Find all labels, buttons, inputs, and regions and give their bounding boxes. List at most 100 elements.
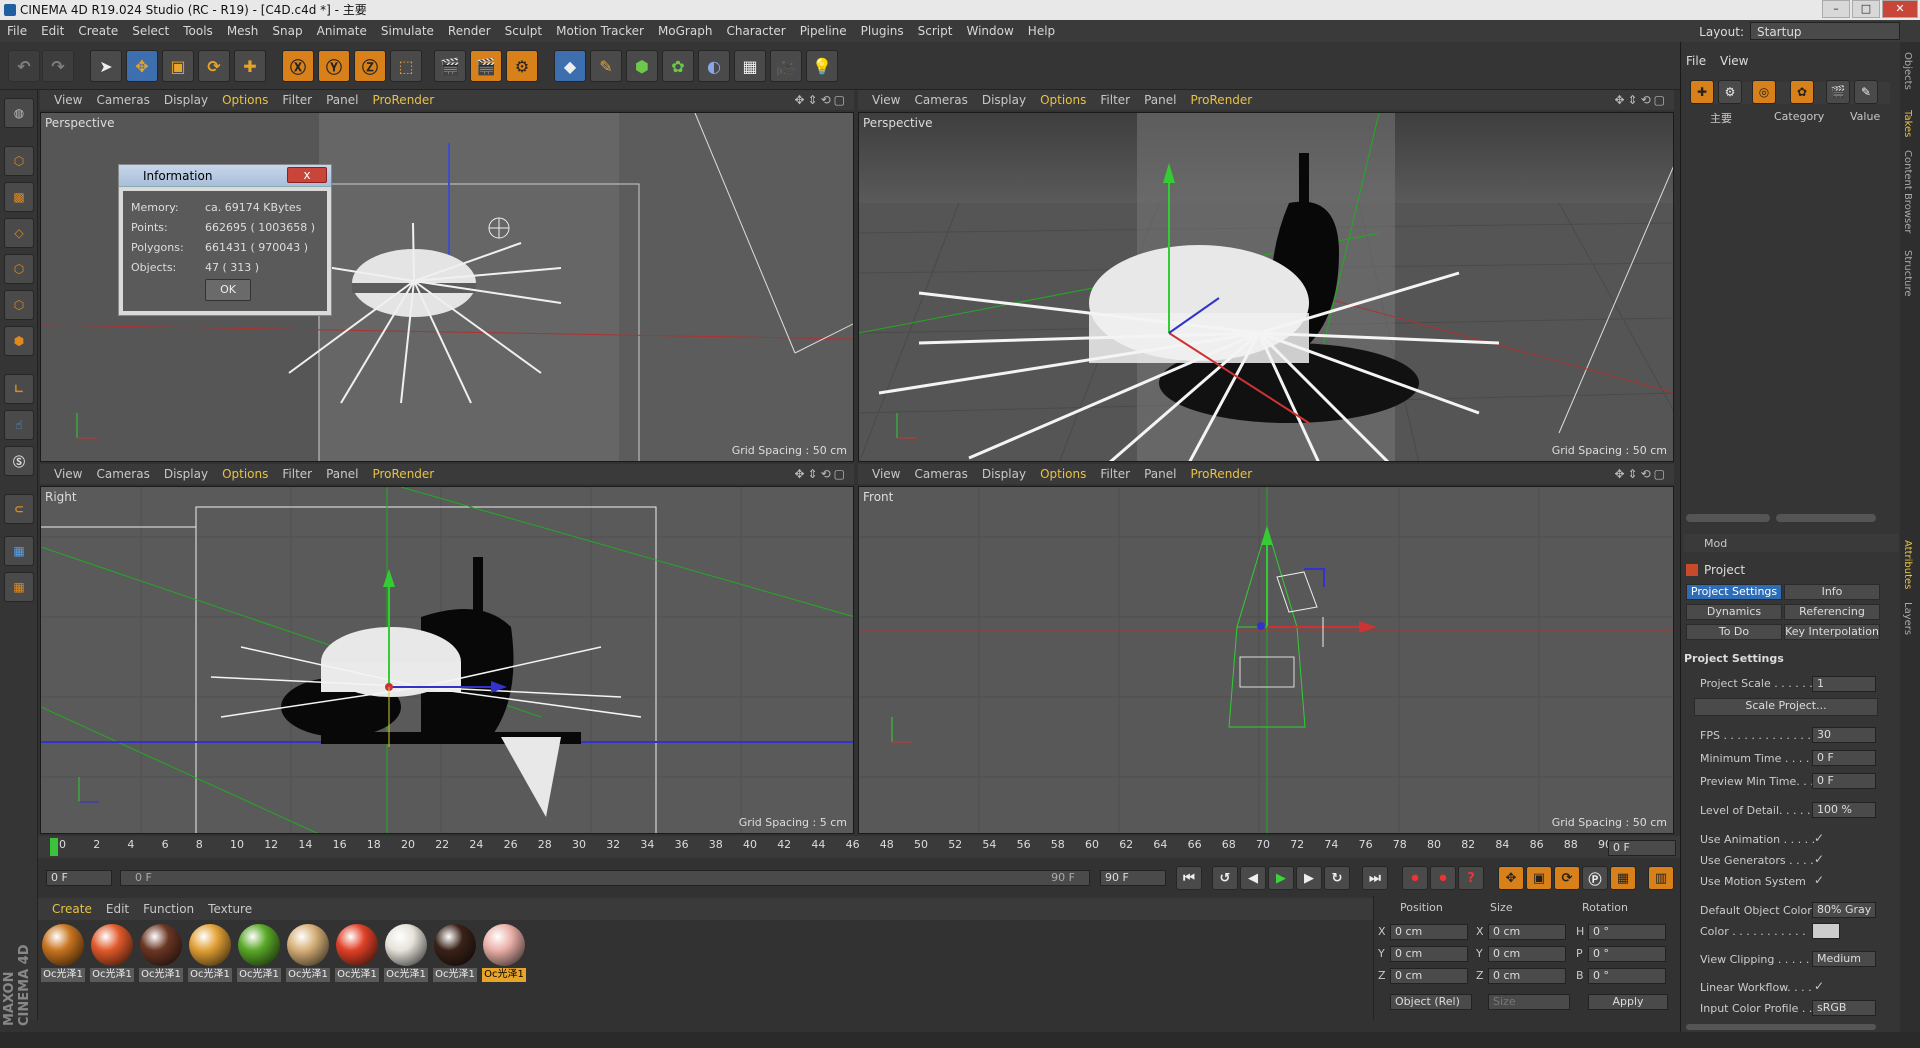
key-scale-icon[interactable]: ▣: [1526, 866, 1552, 890]
menu-simulate[interactable]: Simulate: [374, 20, 441, 42]
menu-snap[interactable]: Snap: [265, 20, 309, 42]
object-icon-1[interactable]: ✚: [1690, 80, 1714, 104]
timeline-layout-icon[interactable]: ▥: [1648, 866, 1674, 890]
tab-info[interactable]: Info: [1784, 584, 1880, 600]
vp2-display[interactable]: Display: [982, 93, 1026, 107]
tab-dynamics[interactable]: Dynamics: [1686, 604, 1782, 620]
goto-start-icon[interactable]: ⏮: [1176, 866, 1202, 890]
check-use-motion-system[interactable]: ✓: [1814, 873, 1824, 887]
menu-sculpt[interactable]: Sculpt: [498, 20, 549, 42]
vp1-prorender[interactable]: ProRender: [372, 93, 434, 107]
model-mode-icon[interactable]: ⬡: [4, 146, 34, 176]
next-key-icon[interactable]: ↻: [1324, 866, 1350, 890]
val-fps[interactable]: 30: [1812, 727, 1876, 743]
vp2-cameras[interactable]: Cameras: [914, 93, 967, 107]
vp1-cameras[interactable]: Cameras: [96, 93, 149, 107]
scale-tool-icon[interactable]: ▣: [162, 50, 194, 82]
mat-function[interactable]: Function: [143, 902, 194, 916]
scale-project-button[interactable]: Scale Project...: [1694, 698, 1878, 716]
side-tab-takes[interactable]: Takes: [1902, 110, 1913, 137]
points-mode-icon[interactable]: ⬡: [4, 254, 34, 284]
val-default-object-color[interactable]: 80% Gray: [1812, 902, 1876, 918]
move-tool-icon[interactable]: ✥: [126, 50, 158, 82]
start-frame-field[interactable]: 0 F: [46, 870, 112, 886]
coord-pos-field[interactable]: 0 cm: [1390, 968, 1468, 984]
menu-window[interactable]: Window: [959, 20, 1020, 42]
vp3-panel[interactable]: Panel: [326, 467, 358, 481]
subdivision-generator-icon[interactable]: ⬢: [626, 50, 658, 82]
vp2-panel[interactable]: Panel: [1144, 93, 1176, 107]
key-pla-icon[interactable]: ▦: [1610, 866, 1636, 890]
menu-script[interactable]: Script: [911, 20, 960, 42]
material-label[interactable]: Oc光泽1: [335, 968, 379, 982]
render-view-icon[interactable]: 🎬: [434, 50, 466, 82]
vp4-panel[interactable]: Panel: [1144, 467, 1176, 481]
vp3-view[interactable]: View: [54, 467, 82, 481]
vp4-filter[interactable]: Filter: [1100, 467, 1130, 481]
material-swatch[interactable]: [140, 924, 182, 966]
vp1-view[interactable]: View: [54, 93, 82, 107]
vp3-prorender[interactable]: ProRender: [372, 467, 434, 481]
val-preview-min-time[interactable]: 0 F: [1812, 773, 1876, 789]
object-icon-3[interactable]: ◎: [1752, 80, 1776, 104]
material-swatch[interactable]: [336, 924, 378, 966]
apply-button[interactable]: Apply: [1588, 994, 1668, 1010]
layout-dropdown[interactable]: Startup: [1750, 22, 1900, 40]
vp1-panel[interactable]: Panel: [326, 93, 358, 107]
val-view-clipping[interactable]: Medium: [1812, 951, 1876, 967]
material-swatch[interactable]: [483, 924, 525, 966]
objects-view-menu[interactable]: View: [1720, 54, 1748, 68]
object-icon-6[interactable]: ✎: [1854, 80, 1878, 104]
minimize-button[interactable]: –: [1822, 0, 1850, 18]
color-swatch[interactable]: [1812, 923, 1840, 939]
side-tab-layers[interactable]: Layers: [1902, 602, 1913, 635]
vp1-display[interactable]: Display: [164, 93, 208, 107]
menu-file[interactable]: File: [0, 20, 34, 42]
texture-mode-icon[interactable]: ▩: [4, 182, 34, 212]
side-tab-content-browser[interactable]: Content Browser: [1902, 150, 1913, 233]
mat-create[interactable]: Create: [52, 902, 92, 916]
attributes-mode-menu[interactable]: Mod: [1704, 537, 1727, 550]
tab-todo[interactable]: To Do: [1686, 624, 1782, 640]
material-label[interactable]: Oc光泽1: [384, 968, 428, 982]
rotate-tool-icon[interactable]: ⟳: [198, 50, 230, 82]
current-frame-field[interactable]: 0 F: [1608, 840, 1676, 856]
material-swatch[interactable]: [42, 924, 84, 966]
menu-character[interactable]: Character: [719, 20, 792, 42]
close-button[interactable]: ✕: [1882, 0, 1918, 18]
vp2-filter[interactable]: Filter: [1100, 93, 1130, 107]
objects-scrollbar[interactable]: [1686, 514, 1770, 522]
val-level-of-detail[interactable]: 100 %: [1812, 802, 1876, 818]
tab-referencing[interactable]: Referencing: [1784, 604, 1880, 620]
menu-edit[interactable]: Edit: [34, 20, 71, 42]
render-picture-viewer-icon[interactable]: 🎬: [470, 50, 502, 82]
info-close-button[interactable]: x: [287, 167, 327, 183]
vp4-prorender[interactable]: ProRender: [1190, 467, 1252, 481]
menu-animate[interactable]: Animate: [310, 20, 374, 42]
menu-tools[interactable]: Tools: [176, 20, 220, 42]
floor-icon[interactable]: ▦: [734, 50, 766, 82]
vp1-filter[interactable]: Filter: [282, 93, 312, 107]
vp4-display[interactable]: Display: [982, 467, 1026, 481]
info-ok-button[interactable]: OK: [205, 279, 251, 301]
vp4-cameras[interactable]: Cameras: [914, 467, 967, 481]
coord-pos-field[interactable]: 0 cm: [1390, 946, 1468, 962]
vp2-prorender[interactable]: ProRender: [1190, 93, 1252, 107]
coord-rot-field[interactable]: 0 °: [1588, 924, 1666, 940]
material-label[interactable]: Oc光泽1: [482, 968, 526, 982]
material-label[interactable]: Oc光泽1: [433, 968, 477, 982]
keyframe-selection-icon[interactable]: ?: [1458, 866, 1484, 890]
cube-primitive-icon[interactable]: ◆: [554, 50, 586, 82]
vp3-cameras[interactable]: Cameras: [96, 467, 149, 481]
x-axis-lock-icon[interactable]: Ⓧ: [282, 50, 314, 82]
camera-icon[interactable]: 🎥: [770, 50, 802, 82]
layout-selector[interactable]: Layout: Startup: [1699, 22, 1900, 41]
menu-select[interactable]: Select: [125, 20, 176, 42]
key-parameter-icon[interactable]: Ⓟ: [1582, 866, 1608, 890]
viewport-nav-icons[interactable]: ✥⇕⟲▢: [794, 90, 848, 110]
vp4-view[interactable]: View: [872, 467, 900, 481]
viewport-perspective-2[interactable]: Perspective Grid Spacing : 50 cm: [858, 112, 1674, 462]
material-swatch[interactable]: [91, 924, 133, 966]
vp2-options[interactable]: Options: [1040, 93, 1086, 107]
menu-mograph[interactable]: MoGraph: [651, 20, 720, 42]
